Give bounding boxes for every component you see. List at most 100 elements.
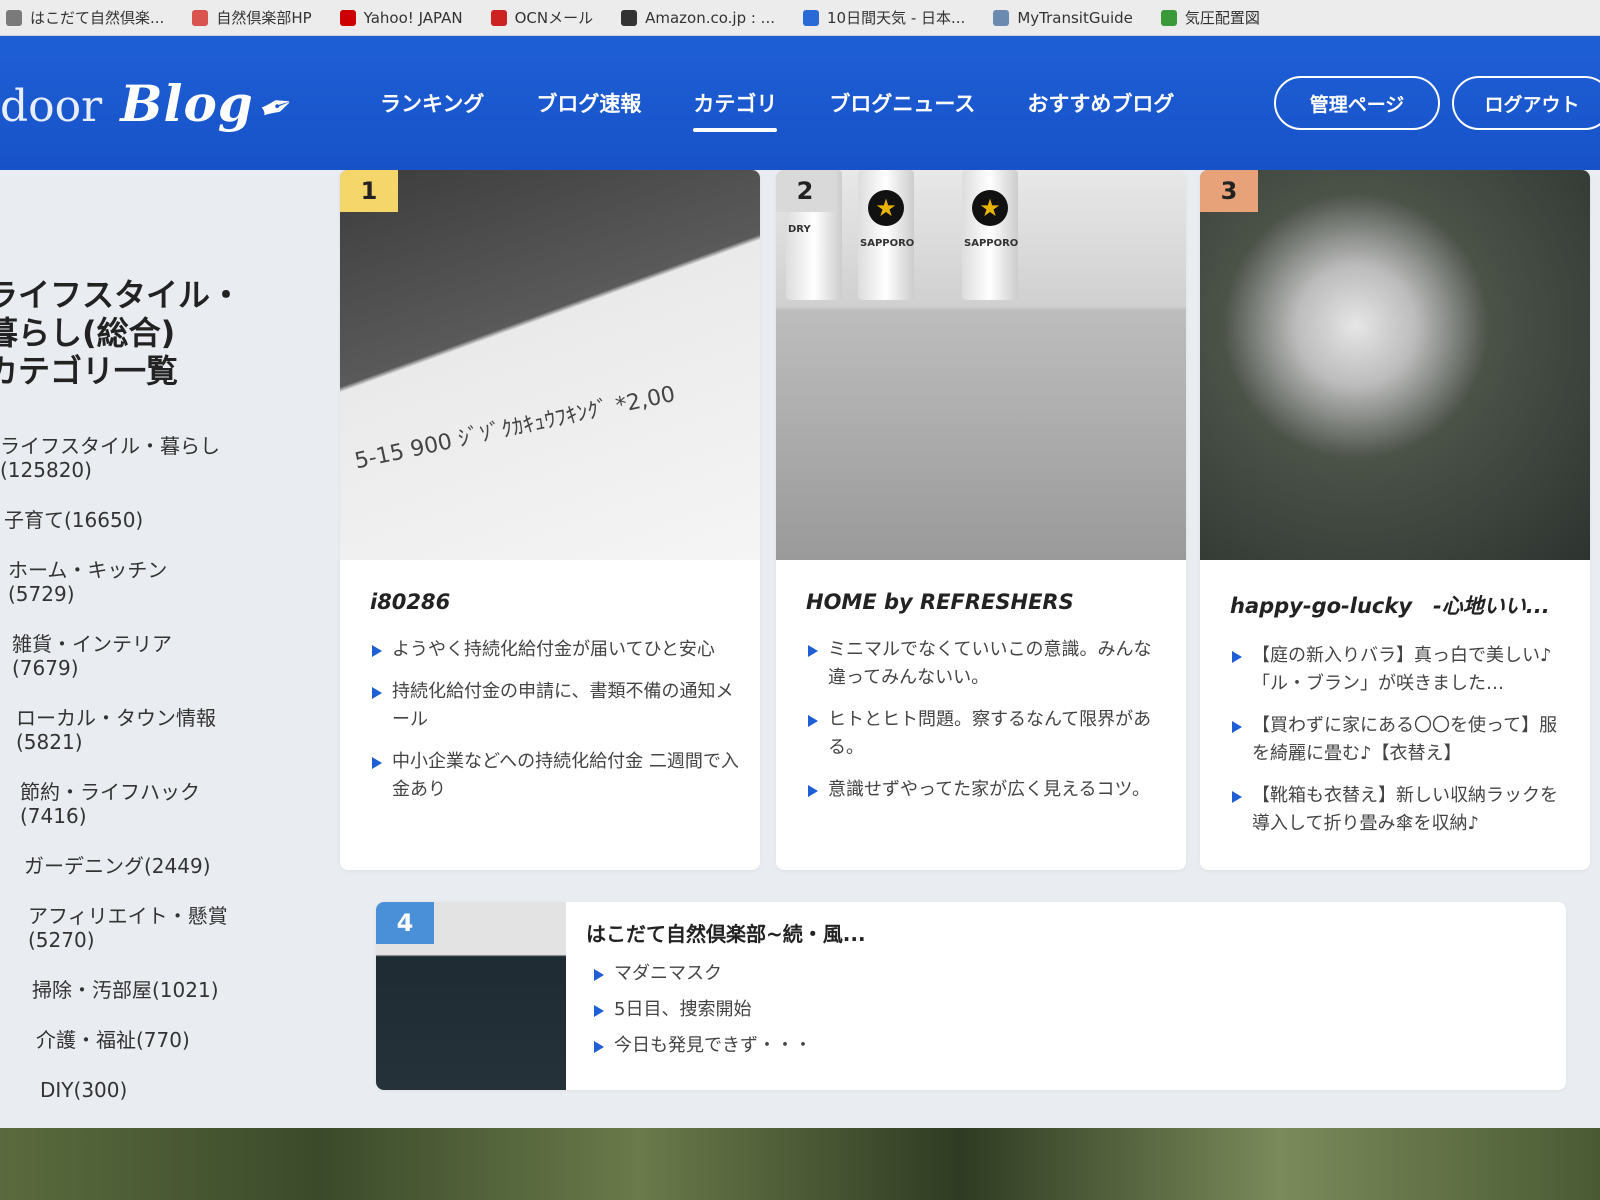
post-link[interactable]: 今日も発見できず・・・	[592, 1032, 812, 1060]
can-label: SAPPORO	[964, 238, 1019, 249]
category-link[interactable]: アフィリエイト・懸賞 (5270)	[0, 904, 228, 952]
card-thumbnail[interactable]	[1200, 170, 1590, 560]
bookmark-item[interactable]: 10日間天気 - 日本...	[802, 7, 966, 28]
category-name: 掃除・汚部屋(1021)	[32, 978, 219, 1002]
bookmark-label: OCNメール	[514, 9, 594, 27]
category-count: (5821)	[16, 730, 83, 754]
post-link[interactable]: ミニマルでなくていいこの意識。みんな違ってみんないい。	[806, 636, 1166, 692]
post-link[interactable]: ヒトとヒト問題。察するなんて限界がある。	[806, 706, 1166, 762]
bookmark-item[interactable]: はこだて自然倶楽...	[6, 7, 164, 28]
nav-ranking[interactable]: ランキング	[380, 88, 484, 132]
category-link[interactable]: 節約・ライフハック (7416)	[0, 780, 228, 828]
post-link[interactable]: 【買わずに家にある〇〇を使って】服を綺麗に畳む♪【衣替え】	[1230, 712, 1570, 768]
category-link[interactable]: ライフスタイル・暮らし (125820)	[0, 434, 228, 482]
category-count: (7416)	[20, 804, 87, 828]
category-count: (5270)	[28, 928, 95, 952]
beer-can-image: ★ SAPPORO	[962, 170, 1018, 300]
post-link[interactable]: 5日目、捜索開始	[592, 996, 812, 1024]
category-link[interactable]: 雑貨・インテリア (7679)	[0, 632, 228, 680]
sidebar-title-line: 暮らし(総合)	[0, 314, 176, 352]
bookmark-label: はこだて自然倶楽...	[30, 9, 165, 27]
category-link[interactable]: 介護・福祉(770)	[0, 1028, 228, 1052]
logo-blog-text: Blog	[120, 74, 254, 133]
post-link[interactable]: 中小企業などへの持続化給付金 二週間で入金あり	[370, 748, 740, 804]
site-header: door Blog ✒ ランキング ブログ速報 カテゴリ ブログニュース おすす…	[0, 36, 1600, 170]
post-link[interactable]: 【靴箱も衣替え】新しい収納ラックを導入して折り畳み傘を収納♪	[1230, 782, 1570, 838]
ranking-card-1[interactable]: 5-15 900 ｼﾞｿﾞｸｶｷｭｳﾌｷﾝｸﾞ *2,00 1 i80286 よ…	[340, 170, 760, 870]
bookmark-favicon-icon	[490, 9, 507, 26]
receipt-text: 5-15 900 ｼﾞｿﾞｸｶｷｭｳﾌｷﾝｸﾞ *2,00	[352, 381, 678, 475]
category-name: 子育て(16650)	[4, 508, 144, 532]
sidebar-title-line: カテゴリ一覧	[0, 352, 179, 390]
blog-title[interactable]: はこだて自然倶楽部~続・風...	[586, 918, 866, 947]
bookmark-favicon-icon	[6, 9, 22, 26]
card-thumbnail[interactable]: DRY ★ SAPPORO ★ SAPPORO	[776, 170, 1186, 560]
post-link[interactable]: 【庭の新入りバラ】真っ白で美しい♪「ル・ブラン」が咲きました…	[1230, 642, 1570, 698]
nav-blog-news[interactable]: ブログニュース	[829, 88, 975, 132]
post-link[interactable]: ようやく持続化給付金が届いてひと安心	[370, 636, 740, 664]
ranking-card-2[interactable]: DRY ★ SAPPORO ★ SAPPORO 2 HOME by REFRES…	[776, 170, 1186, 870]
star-icon: ★	[972, 190, 1008, 226]
nav-blog-news-flash[interactable]: ブログ速報	[536, 88, 641, 132]
logo-door-text: door	[0, 81, 103, 132]
category-link[interactable]: ホーム・キッチン (5729)	[0, 558, 228, 606]
post-link[interactable]: 持続化給付金の申請に、書類不備の通知メール	[370, 678, 740, 734]
bookmark-favicon-icon	[621, 9, 638, 26]
category-name: DIY(300)	[40, 1078, 128, 1102]
post-link[interactable]: 意識せずやってた家が広く見えるコツ。	[806, 776, 1166, 804]
ranking-card-4[interactable]: 4 はこだて自然倶楽部~続・風... マダニマスク 5日目、捜索開始 今日も発見…	[376, 902, 1566, 1090]
bookmark-favicon-icon	[802, 9, 819, 26]
admin-page-button[interactable]: 管理ページ	[1274, 76, 1440, 130]
category-link[interactable]: DIY(300)	[0, 1078, 228, 1102]
bookmark-favicon-icon	[339, 9, 356, 26]
site-logo[interactable]: door Blog ✒	[0, 74, 300, 135]
blog-title[interactable]: HOME by REFRESHERS	[806, 590, 1166, 614]
category-sidebar: ライフスタイル・ 暮らし(総合) カテゴリ一覧 ライフスタイル・暮らし (1258…	[0, 170, 340, 1130]
bookmark-label: Amazon.co.jp : ...	[645, 8, 775, 27]
ranking-card-3[interactable]: 3 happy-go-lucky -心地いい... 【庭の新入りバラ】真っ白で美…	[1200, 170, 1590, 870]
category-list: ライフスタイル・暮らし (125820) 子育て(16650) ホーム・キッチン (57…	[0, 434, 228, 1128]
bookmark-item[interactable]: OCNメール	[490, 7, 594, 28]
rank-badge: 2	[776, 170, 834, 212]
bookmark-item[interactable]: Yahoo! JAPAN	[339, 9, 463, 27]
category-name: ガーデニング(2449)	[24, 854, 211, 878]
rank-badge: 1	[340, 170, 398, 212]
bookmark-label: 10日間天気 - 日本...	[826, 9, 966, 27]
category-count: (5729)	[8, 582, 75, 606]
background-forest-image	[0, 1128, 1600, 1200]
category-name: ライフスタイル・暮らし	[0, 434, 220, 458]
bookmark-favicon-icon	[1160, 9, 1177, 26]
bookmark-item[interactable]: Amazon.co.jp : ...	[621, 9, 775, 27]
category-count: (125820)	[0, 458, 92, 482]
bookmark-item[interactable]: MyTransitGuide	[993, 9, 1133, 27]
main-nav: ランキング ブログ速報 カテゴリ ブログニュース おすすめブログ	[380, 88, 1174, 132]
bookmark-item[interactable]: 自然倶楽部HP	[192, 7, 312, 28]
nav-category[interactable]: カテゴリ	[693, 88, 778, 132]
nav-recommended-blogs[interactable]: おすすめブログ	[1027, 88, 1174, 132]
rank-badge: 3	[1200, 170, 1258, 212]
category-link[interactable]: ガーデニング(2449)	[0, 854, 228, 878]
category-name: 雑貨・インテリア	[12, 632, 172, 656]
beer-can-image: ★ SAPPORO	[858, 170, 914, 300]
bookmark-favicon-icon	[993, 9, 1010, 26]
sidebar-title: ライフスタイル・ 暮らし(総合) カテゴリ一覧	[0, 276, 242, 390]
bookmark-label: 気圧配置図	[1184, 9, 1260, 27]
can-label: SAPPORO	[860, 238, 915, 249]
bookmark-item[interactable]: 気圧配置図	[1160, 7, 1260, 28]
category-link[interactable]: 掃除・汚部屋(1021)	[0, 978, 228, 1002]
category-link[interactable]: ローカル・タウン情報 (5821)	[0, 706, 228, 754]
bookmark-favicon-icon	[192, 9, 209, 26]
rank-badge: 4	[376, 902, 434, 944]
bookmarks-bar: はこだて自然倶楽... 自然倶楽部HP Yahoo! JAPAN OCNメール Amaz…	[0, 0, 1600, 36]
category-count: (7679)	[12, 656, 79, 680]
blog-title[interactable]: i80286	[370, 590, 740, 614]
post-link[interactable]: マダニマスク	[592, 960, 812, 988]
card-thumbnail[interactable]: 5-15 900 ｼﾞｿﾞｸｶｷｭｳﾌｷﾝｸﾞ *2,00	[340, 170, 760, 560]
can-label: DRY	[788, 224, 811, 235]
category-name: アフィリエイト・懸賞	[28, 904, 228, 928]
logout-button[interactable]: ログアウト	[1452, 76, 1600, 130]
category-link[interactable]: 子育て(16650)	[0, 508, 228, 532]
category-name: 節約・ライフハック	[20, 780, 200, 804]
blog-title[interactable]: happy-go-lucky -心地いい...	[1230, 590, 1570, 620]
bookmark-label: MyTransitGuide	[1017, 8, 1133, 27]
